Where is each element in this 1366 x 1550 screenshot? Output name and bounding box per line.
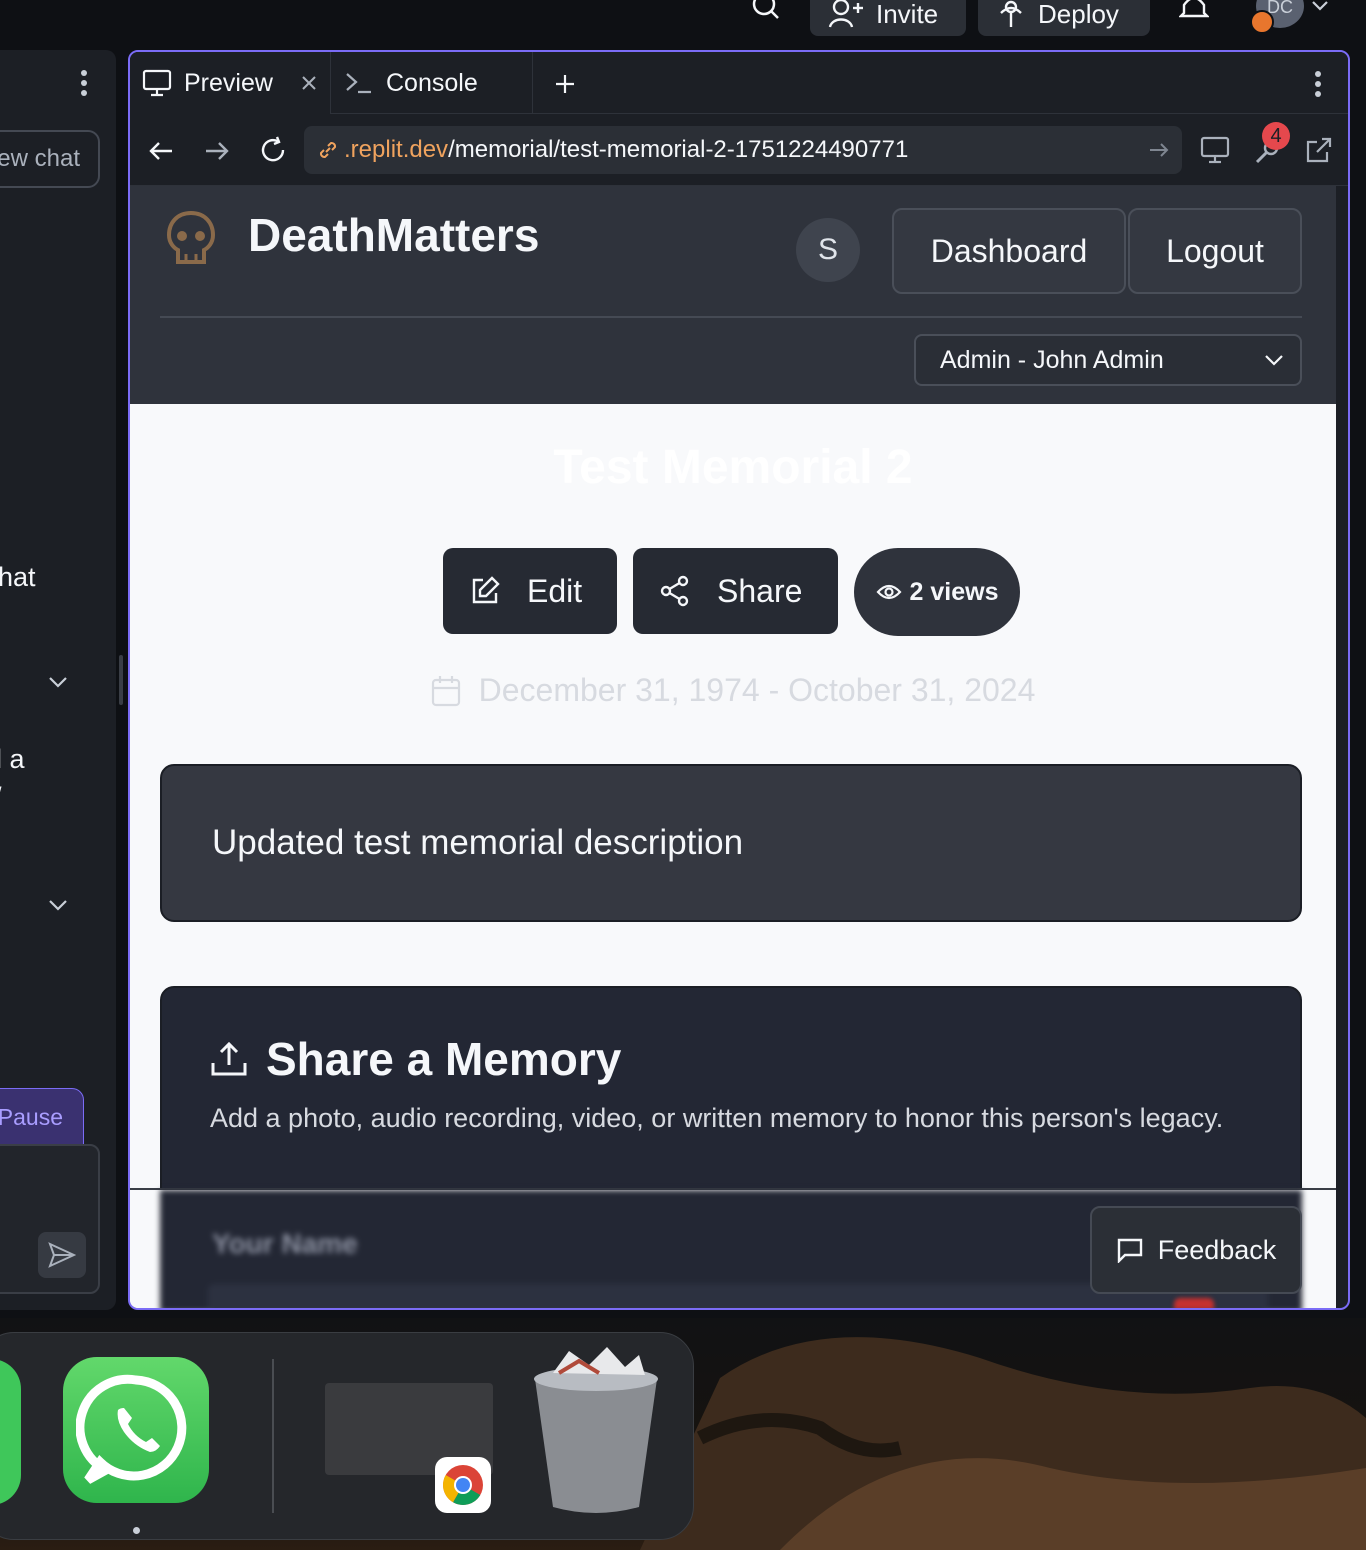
logout-label: Logout <box>1166 232 1264 269</box>
memorial-title: Test Memorial 2 <box>553 441 913 494</box>
chat-text-fragment: l a <box>0 744 25 774</box>
views-badge: 2 views <box>854 548 1020 636</box>
role-select[interactable]: Admin - John Admin <box>914 334 1302 386</box>
eye-icon <box>876 582 902 602</box>
trash-icon[interactable] <box>529 1343 663 1515</box>
memorial-dates: December 31, 1974 - October 31, 2024 <box>130 672 1336 709</box>
chat-text-fragment: hat <box>0 562 36 592</box>
invite-label: Invite <box>876 0 939 29</box>
tab-preview-label: Preview <box>184 68 273 97</box>
send-icon <box>48 1242 76 1268</box>
chevron-down-icon[interactable] <box>1310 0 1330 16</box>
chevron-down-icon <box>1264 354 1284 366</box>
edit-icon <box>469 575 501 607</box>
go-arrow-icon[interactable] <box>1148 141 1170 159</box>
forward-arrow-icon[interactable] <box>200 136 234 166</box>
close-icon[interactable] <box>298 72 320 94</box>
chevron-down-icon[interactable] <box>46 895 70 915</box>
share-icon <box>659 575 691 607</box>
chrome-icon[interactable] <box>435 1457 491 1513</box>
calendar-icon <box>431 675 461 707</box>
more-vertical-icon[interactable] <box>1308 68 1328 100</box>
avatar-status-dot <box>1250 10 1274 34</box>
user-avatar[interactable]: S <box>796 218 860 282</box>
notification-badge: 4 <box>1262 122 1290 150</box>
pause-label: Pause <box>0 1103 63 1130</box>
description-card: Updated test memorial description <box>160 764 1302 922</box>
edit-button[interactable]: Edit <box>443 548 617 634</box>
terminal-icon <box>344 71 374 95</box>
chat-bubble-icon <box>1116 1237 1144 1263</box>
whatsapp-icon[interactable] <box>63 1357 209 1503</box>
chevron-down-icon[interactable] <box>46 672 70 692</box>
url-domain: .replit.dev <box>344 136 449 163</box>
views-label: 2 views <box>909 577 999 606</box>
url-field[interactable]: .replit.dev /memorial/test-memorial-2-17… <box>304 126 1182 174</box>
add-tab-icon[interactable] <box>550 70 580 98</box>
browser-toolbar: .replit.dev /memorial/test-memorial-2-17… <box>130 114 1348 186</box>
workspace-pane: Preview Console .replit.dev /memorial/te… <box>128 50 1350 1310</box>
your-name-label: Your Name <box>212 1228 358 1259</box>
bell-icon[interactable] <box>1176 0 1212 22</box>
dates-text: December 31, 1974 - October 31, 2024 <box>478 672 1036 708</box>
more-vertical-icon[interactable] <box>74 66 94 100</box>
dock-separator <box>272 1359 274 1513</box>
header-divider <box>160 316 1302 318</box>
monitor-icon <box>142 69 172 97</box>
edit-label: Edit <box>527 572 583 609</box>
pause-button[interactable]: Pause <box>0 1088 84 1146</box>
feedback-label: Feedback <box>1157 1234 1277 1265</box>
skull-logo-icon <box>164 208 218 270</box>
logout-button[interactable]: Logout <box>1128 208 1302 294</box>
share-button[interactable]: Share <box>633 548 838 634</box>
open-external-icon[interactable] <box>1302 134 1336 166</box>
tab-bar: Preview Console <box>130 52 1348 114</box>
feedback-button[interactable]: Feedback <box>1090 1206 1302 1294</box>
share-label: Share <box>717 572 803 609</box>
invite-button[interactable]: Invite <box>810 0 966 36</box>
search-icon[interactable] <box>748 0 784 24</box>
chat-panel: ew chat hat l a / Pause <box>0 50 116 1310</box>
brand-name[interactable]: DeathMatters <box>248 208 539 262</box>
deploy-icon <box>996 0 1026 29</box>
tab-console-label: Console <box>386 68 478 97</box>
back-arrow-icon[interactable] <box>144 136 178 166</box>
tab-divider <box>330 52 331 114</box>
dashboard-button[interactable]: Dashboard <box>892 208 1126 294</box>
new-chat-label: ew chat <box>0 145 80 172</box>
deploy-button[interactable]: Deploy <box>978 0 1150 36</box>
share-memory-subtitle: Add a photo, audio recording, video, or … <box>210 1103 1224 1133</box>
tab-console[interactable]: Console <box>332 52 532 114</box>
top-bar: Invite Deploy DC <box>0 0 1366 48</box>
share-memory-title: Share a Memory <box>266 1033 622 1085</box>
role-select-value: Admin - John Admin <box>940 345 1164 374</box>
error-indicator <box>1174 1298 1214 1308</box>
refresh-icon[interactable] <box>256 134 290 166</box>
description-text: Updated test memorial description <box>212 823 744 862</box>
tab-divider <box>532 52 533 114</box>
dashboard-label: Dashboard <box>930 232 1088 269</box>
desktop-background <box>0 1318 1366 1550</box>
dock <box>0 1332 694 1540</box>
send-button[interactable] <box>38 1232 86 1278</box>
chat-text-fragment: / <box>0 782 2 813</box>
preview-viewport: DeathMatters S Dashboard Logout Admin - … <box>130 186 1336 1308</box>
url-path: /memorial/test-memorial-2-1751224490771 <box>448 136 909 163</box>
app-icon-partial[interactable] <box>0 1359 21 1505</box>
upload-icon <box>210 1041 248 1077</box>
device-preview-icon[interactable] <box>1198 134 1232 166</box>
panel-resize-handle[interactable] <box>119 655 123 705</box>
deploy-label: Deploy <box>1038 0 1119 29</box>
share-memory-heading: Share a Memory <box>210 1032 621 1086</box>
link-icon <box>316 138 340 162</box>
user-initial: S <box>817 233 838 266</box>
add-user-icon <box>828 0 864 29</box>
new-chat-button[interactable]: ew chat <box>0 130 100 188</box>
running-indicator <box>133 1527 140 1534</box>
app-header: DeathMatters S Dashboard Logout Admin - … <box>130 186 1336 404</box>
